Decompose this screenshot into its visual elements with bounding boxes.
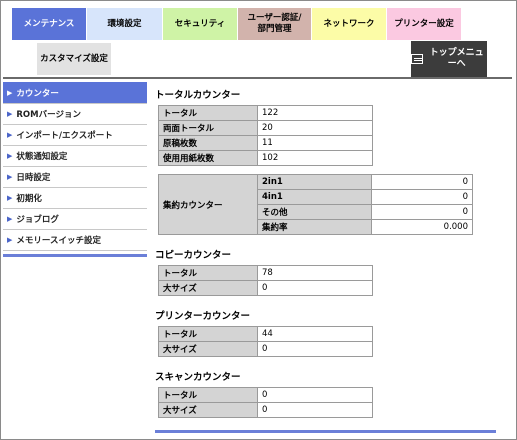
row-label: トータル (158, 387, 258, 403)
row-label: 使用用紙枚数 (158, 150, 258, 166)
content-bottom-divider (155, 430, 496, 433)
sidebar-item-label: カウンター (16, 88, 59, 99)
row-label: トータル (158, 265, 258, 281)
row-label: 大サイズ (158, 280, 258, 296)
arrow-right-icon: ▶ (7, 173, 13, 181)
table-row: トータル 0 (158, 387, 373, 403)
row-label: トータル (158, 326, 258, 342)
tab-user-auth[interactable]: ユーザー認証/部門管理 (238, 8, 311, 40)
sidebar-item-status-notification[interactable]: ▶ 状態通知設定 (3, 146, 147, 167)
arrow-right-icon: ▶ (7, 152, 13, 160)
sidebar-item-datetime[interactable]: ▶ 日時設定 (3, 167, 147, 188)
row-label: 大サイズ (158, 402, 258, 418)
arrow-right-icon: ▶ (7, 131, 13, 139)
row-label: 4in1 (257, 189, 372, 205)
arrow-right-icon: ▶ (7, 88, 13, 97)
section-title-copy-counter: コピーカウンター (155, 250, 232, 261)
arrow-right-icon: ▶ (7, 194, 13, 202)
table-row: 大サイズ 0 (158, 402, 373, 418)
sidebar-item-counter[interactable]: ▶ カウンター (3, 82, 147, 104)
table-row: 使用用紙枚数 102 (158, 150, 373, 166)
tab-maintenance[interactable]: メンテナンス (12, 8, 86, 40)
scan-counter-table: トータル 0 大サイズ 0 (158, 387, 373, 418)
row-label: その他 (257, 204, 372, 220)
sidebar-divider (3, 254, 147, 257)
row-label: 原稿枚数 (158, 135, 258, 151)
row-label: トータル (158, 105, 258, 121)
row-value: 102 (257, 150, 373, 166)
main-content: トータルカウンター トータル 122 両面トータル 20 原稿枚数 11 使用用… (155, 82, 500, 418)
table-row: 大サイズ 0 (158, 280, 373, 296)
sidebar-item-label: ROMバージョン (16, 110, 81, 120)
table-row: 集約カウンター 2in1 0 (158, 174, 473, 235)
top-menu-label: トップメニューへ (429, 48, 484, 69)
sidebar-item-initialize[interactable]: ▶ 初期化 (3, 188, 147, 209)
row-value: 0 (371, 204, 473, 220)
aggregate-counter-label: 集約カウンター (158, 174, 258, 235)
row-value: 78 (257, 265, 373, 281)
section-title-total-counter: トータルカウンター (155, 90, 241, 101)
tab-printer-settings[interactable]: プリンター設定 (387, 8, 461, 40)
sidebar-item-import-export[interactable]: ▶ インポート/エクスポート (3, 125, 147, 146)
arrow-right-icon: ▶ (7, 236, 13, 244)
row-value: 0 (257, 341, 373, 357)
table-row: 両面トータル 20 (158, 120, 373, 136)
row-value: 11 (257, 135, 373, 151)
sidebar-item-label: ジョブログ (16, 215, 59, 225)
sidebar-item-label: 日時設定 (16, 173, 51, 183)
table-row: 原稿枚数 11 (158, 135, 373, 151)
row-label: 両面トータル (158, 120, 258, 136)
row-value: 44 (257, 326, 373, 342)
total-counter-table: トータル 122 両面トータル 20 原稿枚数 11 使用用紙枚数 102 (158, 105, 373, 166)
row-label: 集約率 (257, 219, 372, 235)
tab-customize[interactable]: カスタマイズ設定 (37, 43, 111, 75)
sidebar-item-memory-switch[interactable]: ▶ メモリースイッチ設定 (3, 230, 147, 251)
tab-network[interactable]: ネットワーク (312, 8, 386, 40)
row-value: 0 (371, 189, 473, 205)
table-row: トータル 44 (158, 326, 373, 342)
copy-counter-table: トータル 78 大サイズ 0 (158, 265, 373, 296)
table-row: トータル 122 (158, 105, 373, 121)
sidebar-item-label: メモリースイッチ設定 (16, 236, 101, 246)
row-value: 20 (257, 120, 373, 136)
sidebar: ▶ カウンター ▶ ROMバージョン ▶ インポート/エクスポート ▶ 状態通知… (3, 82, 147, 257)
table-row: トータル 78 (158, 265, 373, 281)
section-title-scan-counter: スキャンカウンター (155, 372, 241, 383)
top-menu-button[interactable]: トップメニューへ (411, 41, 487, 77)
row-value: 0 (257, 387, 373, 403)
arrow-right-icon: ▶ (7, 110, 13, 118)
arrow-right-icon: ▶ (7, 215, 13, 223)
sidebar-item-rom-version[interactable]: ▶ ROMバージョン (3, 104, 147, 125)
sidebar-item-label: 状態通知設定 (16, 152, 68, 162)
row-value: 0 (257, 280, 373, 296)
printer-counter-table: トータル 44 大サイズ 0 (158, 326, 373, 357)
row-label: 大サイズ (158, 341, 258, 357)
row-value: 0.000 (371, 219, 473, 235)
row-label: 2in1 (257, 174, 372, 190)
tab-security[interactable]: セキュリティ (163, 8, 237, 40)
row-value: 0 (257, 402, 373, 418)
top-menu-icon (411, 54, 424, 64)
header-divider (3, 77, 512, 79)
table-row: 大サイズ 0 (158, 341, 373, 357)
section-title-printer-counter: プリンターカウンター (155, 311, 251, 322)
sidebar-item-label: 初期化 (16, 194, 42, 204)
sidebar-item-job-log[interactable]: ▶ ジョブログ (3, 209, 147, 230)
row-value: 122 (257, 105, 373, 121)
aggregate-counter-table: 集約カウンター 2in1 0 4in1 0 その他 0 集約率 0.000 (158, 174, 473, 235)
sidebar-item-label: インポート/エクスポート (16, 131, 113, 141)
tab-environment[interactable]: 環境設定 (87, 8, 162, 40)
row-value: 0 (371, 174, 473, 190)
